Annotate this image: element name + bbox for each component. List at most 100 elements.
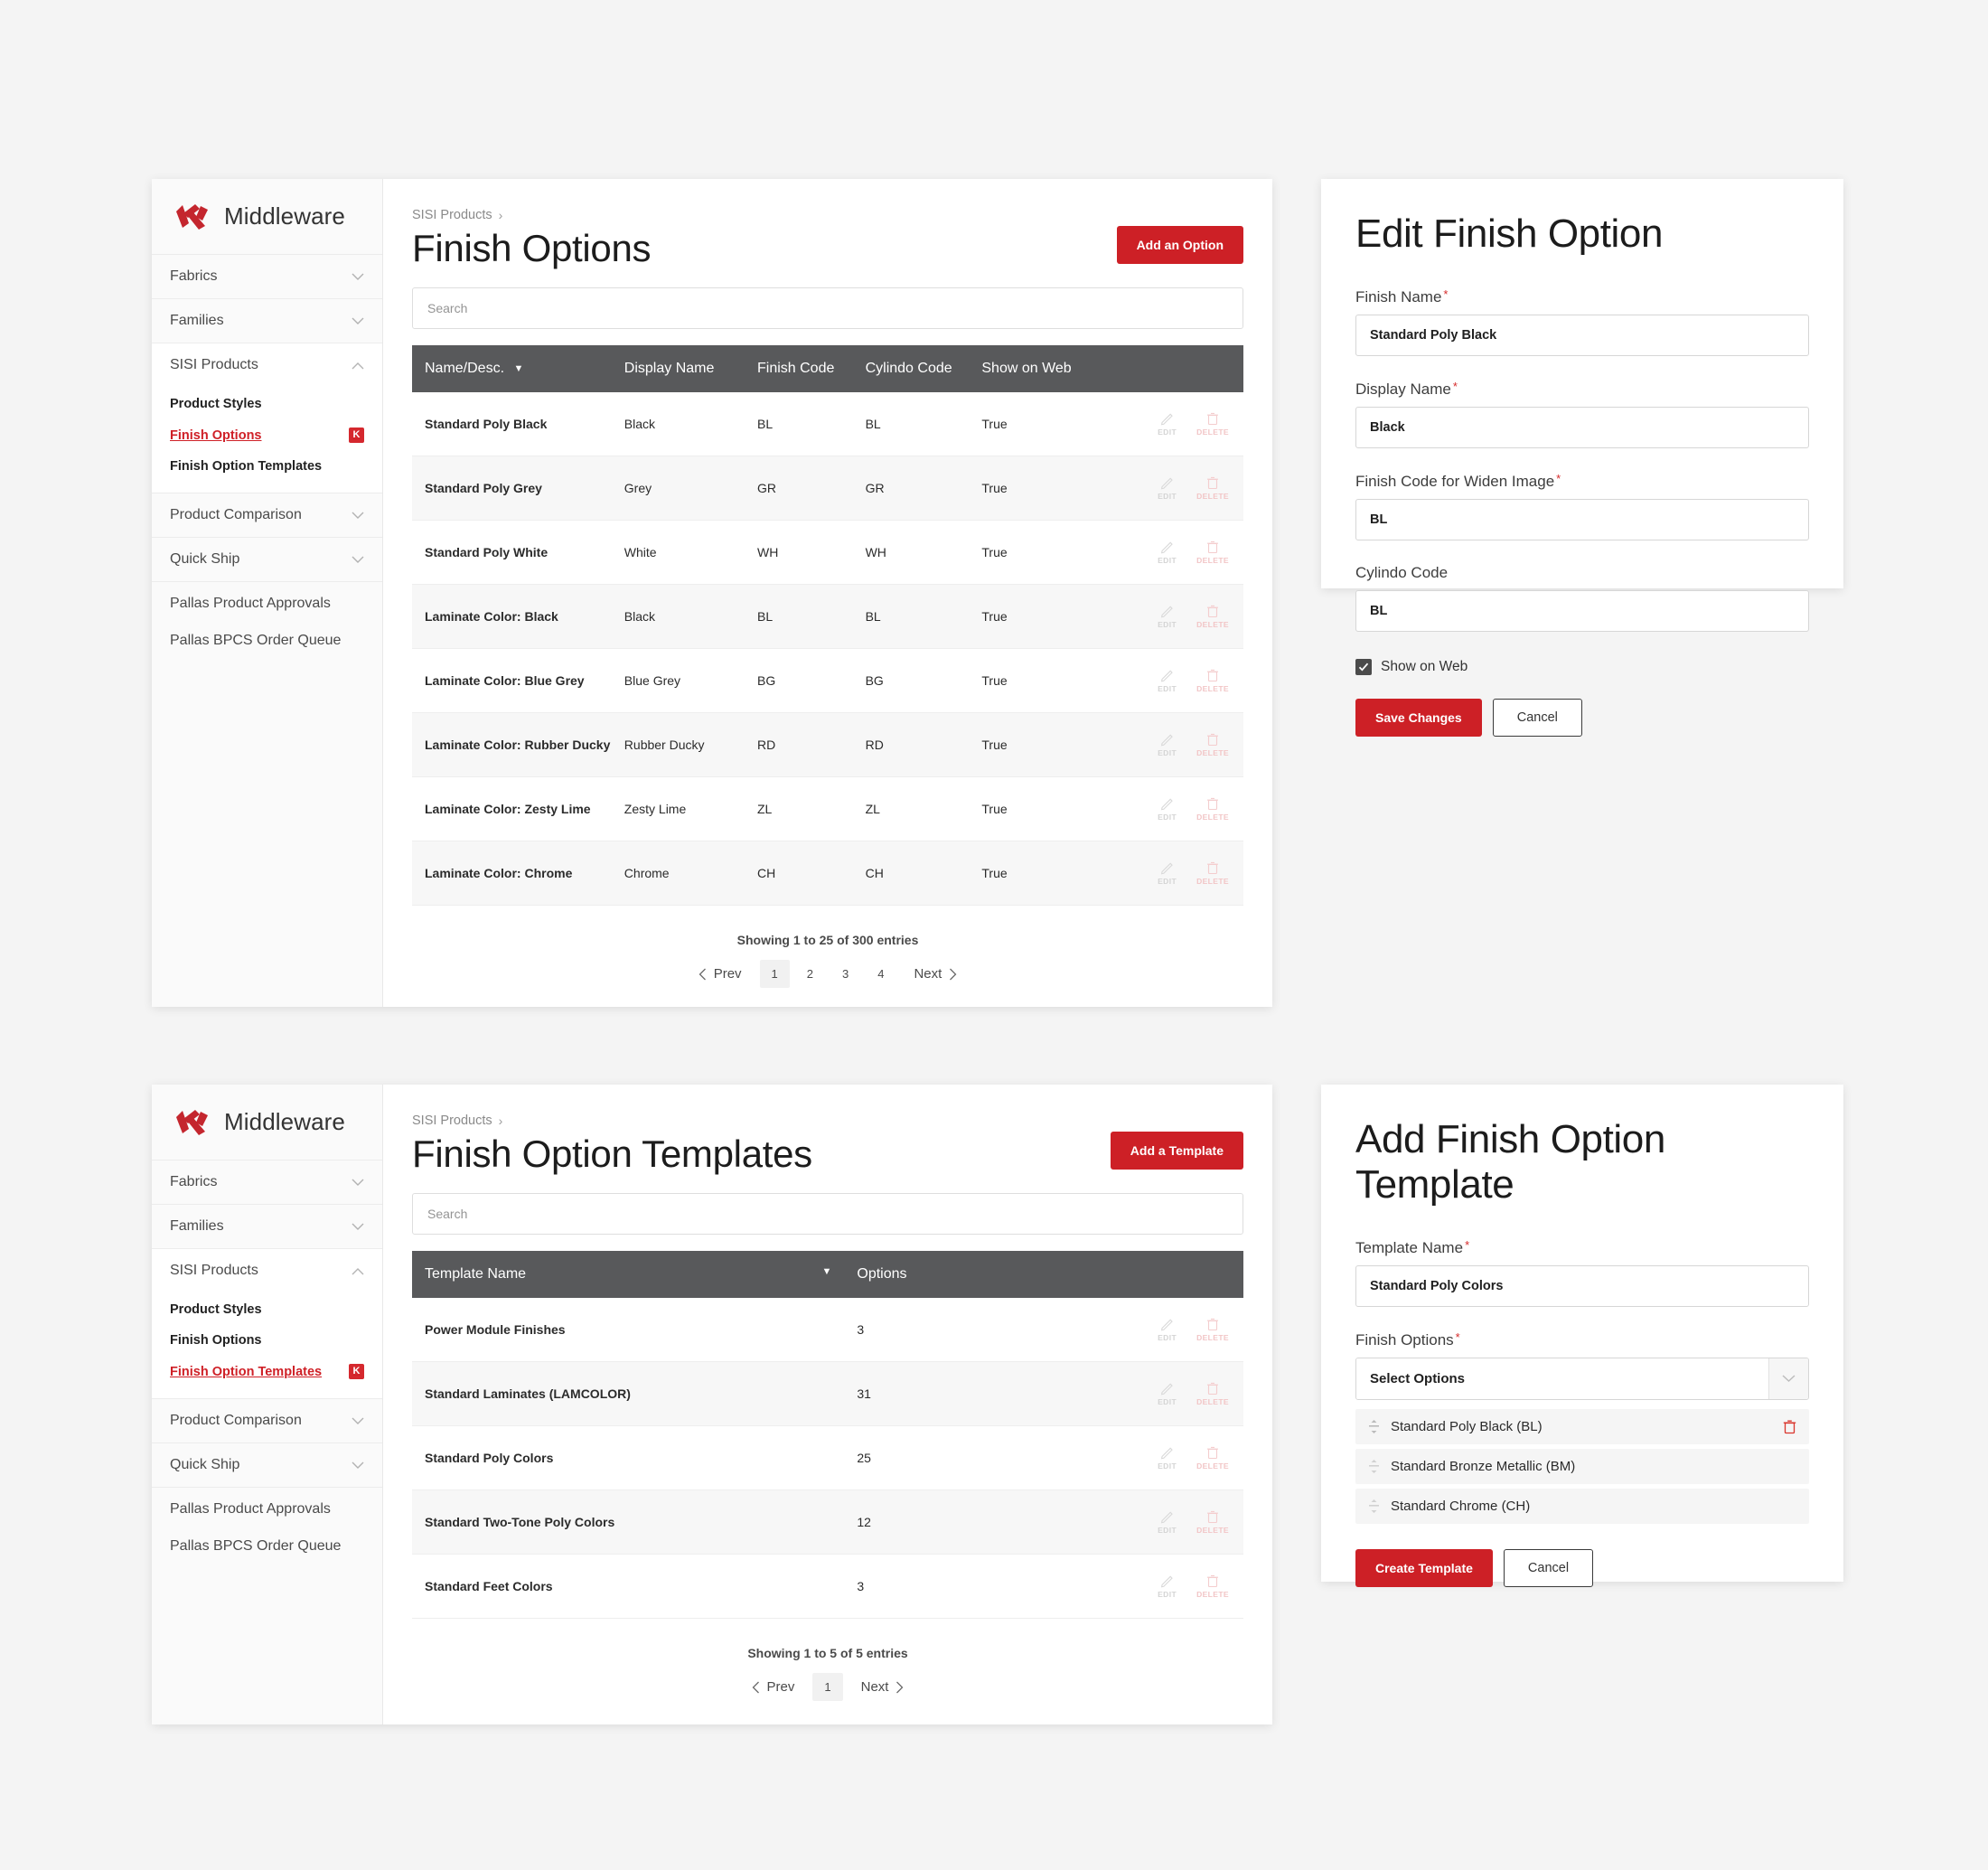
cancel-button[interactable]: Cancel [1503, 1549, 1594, 1587]
cell-actions: EDIT DELETE [1076, 1298, 1243, 1363]
delete-row-button[interactable]: DELETE [1196, 796, 1229, 822]
drag-handle-icon[interactable] [1368, 1460, 1380, 1473]
delete-option-icon[interactable] [1783, 1419, 1796, 1434]
edit-row-button[interactable]: EDIT [1158, 540, 1177, 565]
template-name-input[interactable] [1355, 1265, 1809, 1307]
pencil-icon [1160, 1447, 1173, 1460]
edit-row-button[interactable]: EDIT [1158, 1574, 1177, 1599]
edit-row-button[interactable]: EDIT [1158, 1509, 1177, 1535]
column-header-display-name[interactable]: Display Name [611, 345, 745, 393]
sidebar-item-finish-options[interactable]: Finish Options [152, 1325, 382, 1356]
sidebar-group-product-comparison[interactable]: Product Comparison [152, 493, 382, 538]
column-header-cylindo-code[interactable]: Cylindo Code [852, 345, 970, 393]
delete-row-button[interactable]: DELETE [1196, 411, 1229, 437]
breadcrumb-item[interactable]: SISI Products [412, 208, 492, 222]
search-input[interactable] [412, 287, 1243, 330]
cell-options-count: 3 [844, 1298, 1077, 1363]
delete-row-button[interactable]: DELETE [1196, 604, 1229, 629]
pagination-next[interactable]: Next [901, 960, 970, 988]
delete-row-button[interactable]: DELETE [1196, 1381, 1229, 1406]
pagination-prev[interactable]: Prev [686, 960, 755, 988]
cell-cylindo: RD [852, 712, 970, 778]
pagination-page-1[interactable]: 1 [759, 960, 790, 989]
show-on-web-checkbox[interactable] [1355, 659, 1372, 675]
display-name-input[interactable] [1355, 407, 1809, 448]
delete-row-button[interactable]: DELETE [1196, 1445, 1229, 1471]
edit-row-button[interactable]: EDIT [1158, 732, 1177, 757]
column-header-finish-code[interactable]: Finish Code [744, 345, 853, 393]
edit-panel-title: Edit Finish Option [1355, 211, 1664, 256]
cylindo-code-input[interactable] [1355, 590, 1809, 632]
search-input[interactable] [412, 1193, 1243, 1236]
trash-icon [1207, 1383, 1219, 1395]
delete-row-button[interactable]: DELETE [1196, 668, 1229, 693]
finish-options-select[interactable]: Select Options [1355, 1358, 1809, 1400]
pagination-page-3[interactable]: 3 [830, 960, 860, 988]
cell-template-name: Standard Two-Tone Poly Colors [412, 1489, 845, 1555]
sidebar-group-families[interactable]: Families [152, 299, 382, 343]
edit-row-button[interactable]: EDIT [1158, 604, 1177, 629]
sidebar-group-quick-ship[interactable]: Quick Ship [152, 538, 382, 582]
column-header-options[interactable]: Options [844, 1251, 1077, 1299]
drag-handle-icon[interactable] [1368, 1420, 1380, 1433]
sidebar-item-pallas-bpcs-order-queue[interactable]: Pallas BPCS Order Queue [152, 1531, 382, 1568]
sidebar-group-fabrics[interactable]: Fabrics [152, 255, 382, 299]
create-template-button[interactable]: Create Template [1355, 1549, 1493, 1587]
pagination-page-2[interactable]: 2 [795, 960, 825, 988]
select-toggle-button[interactable] [1768, 1358, 1808, 1399]
edit-label: EDIT [1158, 1333, 1177, 1343]
delete-row-button[interactable]: DELETE [1196, 860, 1229, 886]
sidebar-item-pallas-bpcs-order-queue[interactable]: Pallas BPCS Order Queue [152, 625, 382, 662]
delete-row-button[interactable]: DELETE [1196, 1509, 1229, 1535]
sidebar-group-sisi-products[interactable]: SISI Products [152, 343, 382, 387]
finish-name-input[interactable] [1355, 315, 1809, 356]
sidebar-item-finish-option-templates[interactable]: Finish Option Templates K [152, 1356, 382, 1387]
show-on-web-row[interactable]: Show on Web [1355, 659, 1809, 675]
edit-row-button[interactable]: EDIT [1158, 475, 1177, 501]
sidebar-item-product-styles[interactable]: Product Styles [152, 1294, 382, 1325]
finish-code-input[interactable] [1355, 499, 1809, 540]
add-a-template-button[interactable]: Add a Template [1110, 1132, 1243, 1170]
edit-row-button[interactable]: EDIT [1158, 1445, 1177, 1471]
add-an-option-button[interactable]: Add an Option [1116, 226, 1243, 264]
sidebar-item-product-styles[interactable]: Product Styles [152, 389, 382, 419]
delete-row-button[interactable]: DELETE [1196, 475, 1229, 501]
pagination-next[interactable]: Next [849, 1673, 917, 1701]
sidebar-group-product-comparison[interactable]: Product Comparison [152, 1399, 382, 1443]
breadcrumb-item[interactable]: SISI Products [412, 1114, 492, 1128]
entries-summary: Showing 1 to 25 of 300 entries [736, 933, 919, 948]
delete-row-button[interactable]: DELETE [1196, 540, 1229, 565]
sidebar-item-finish-options[interactable]: Finish Options K [152, 419, 382, 451]
sidebar-group-quick-ship[interactable]: Quick Ship [152, 1443, 382, 1488]
sidebar-group-families[interactable]: Families [152, 1205, 382, 1249]
pagination-page-4[interactable]: 4 [866, 960, 896, 988]
cell-cylindo: CH [852, 841, 970, 907]
table-row: Standard Poly Grey Grey GR GR True EDIT [412, 456, 1243, 522]
save-changes-button[interactable]: Save Changes [1355, 699, 1482, 737]
delete-row-button[interactable]: DELETE [1196, 732, 1229, 757]
pagination-page-1[interactable]: 1 [812, 1673, 843, 1702]
selected-option-row[interactable]: Standard Chrome (CH) [1355, 1489, 1809, 1524]
selected-option-row[interactable]: Standard Bronze Metallic (BM) [1355, 1449, 1809, 1484]
pagination-prev[interactable]: Prev [739, 1673, 808, 1701]
column-header-show-on-web[interactable]: Show on Web [969, 345, 1102, 393]
column-header-template-name[interactable]: Template Name ▼ [412, 1251, 845, 1299]
edit-row-button[interactable]: EDIT [1158, 411, 1177, 437]
edit-row-button[interactable]: EDIT [1158, 668, 1177, 693]
drag-handle-icon[interactable] [1368, 1499, 1380, 1513]
cancel-button[interactable]: Cancel [1492, 699, 1582, 737]
edit-row-button[interactable]: EDIT [1158, 796, 1177, 822]
delete-label: DELETE [1196, 1526, 1229, 1536]
delete-row-button[interactable]: DELETE [1196, 1574, 1229, 1599]
selected-option-row[interactable]: Standard Poly Black (BL) [1355, 1409, 1809, 1444]
delete-row-button[interactable]: DELETE [1196, 1317, 1229, 1342]
edit-row-button[interactable]: EDIT [1158, 1317, 1177, 1342]
edit-row-button[interactable]: EDIT [1158, 860, 1177, 886]
edit-row-button[interactable]: EDIT [1158, 1381, 1177, 1406]
sidebar-item-finish-option-templates[interactable]: Finish Option Templates [152, 451, 382, 482]
sidebar-group-fabrics[interactable]: Fabrics [152, 1161, 382, 1205]
sidebar-item-pallas-product-approvals[interactable]: Pallas Product Approvals [152, 1488, 382, 1531]
sidebar-item-pallas-product-approvals[interactable]: Pallas Product Approvals [152, 582, 382, 625]
column-header-name[interactable]: Name/Desc. ▼ [412, 345, 612, 393]
sidebar-group-sisi-products[interactable]: SISI Products [152, 1249, 382, 1292]
